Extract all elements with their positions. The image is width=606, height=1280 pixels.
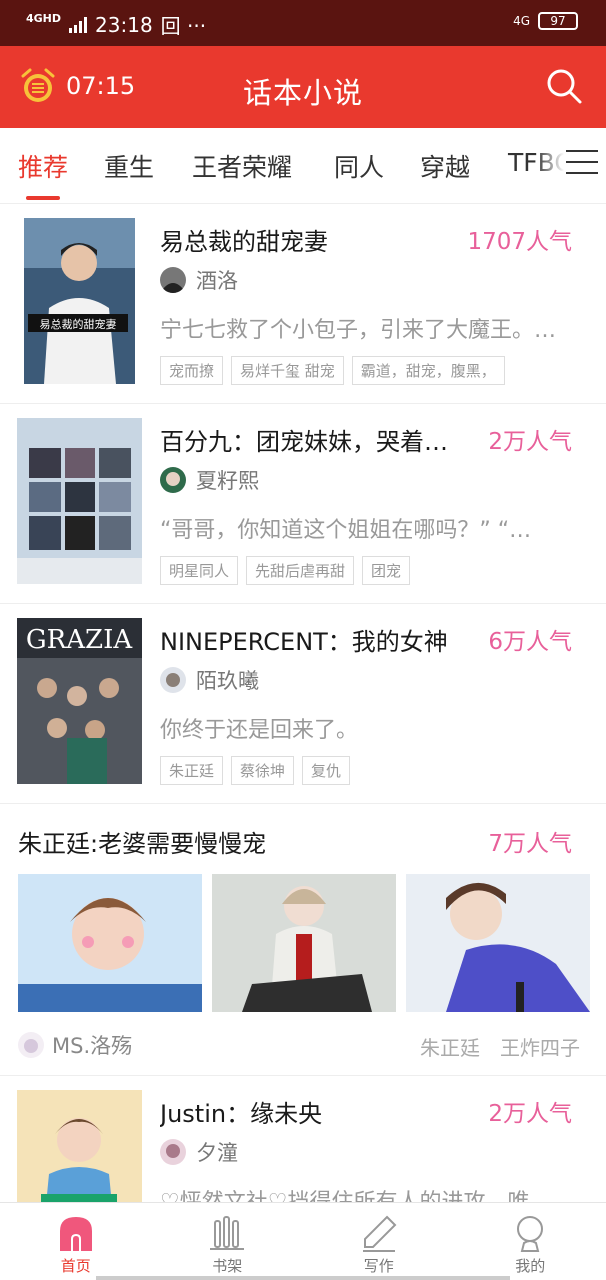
book-tag[interactable]: 明星同人 <box>160 556 239 585</box>
gallery-image[interactable] <box>18 874 202 1012</box>
book-cover[interactable]: 易总裁的甜宠妻 <box>24 218 135 384</box>
popularity-count: 2万人气 <box>488 1101 572 1127</box>
book-feed: 易总裁的甜宠妻 易总裁的甜宠妻 1707人气 酒洛 宁七七救了个小包子，引来了大… <box>0 204 606 1202</box>
author-avatar <box>160 467 186 493</box>
nav-write[interactable]: 写作 <box>303 1203 455 1280</box>
battery-level: 97 <box>550 14 566 28</box>
nav-label: 我的 <box>515 1257 546 1275</box>
popularity-count: 6万人气 <box>488 629 572 655</box>
tab-fanfic[interactable]: 同人 <box>334 148 384 184</box>
author-name: 陌玖曦 <box>196 669 259 693</box>
book-cover[interactable] <box>17 1090 142 1202</box>
nav-label: 首页 <box>60 1257 91 1275</box>
author-name: 酒洛 <box>196 269 238 293</box>
book-title[interactable]: 易总裁的甜宠妻 <box>160 222 470 257</box>
gallery-image[interactable] <box>212 874 396 1012</box>
nav-label: 写作 <box>363 1257 394 1275</box>
signal-icon <box>69 16 88 33</box>
book-tag[interactable]: 蔡徐坤 <box>231 756 295 785</box>
tag-list: 朱正廷 蔡徐坤 复仇 <box>160 756 351 785</box>
search-icon[interactable] <box>544 66 584 106</box>
menu-icon[interactable] <box>566 150 598 182</box>
nav-bookshelf[interactable]: 书架 <box>152 1203 304 1280</box>
author-row[interactable]: 酒洛 <box>160 266 238 294</box>
tag-list: 明星同人 先甜后虐再甜 团宠 <box>160 556 411 585</box>
home-icon <box>59 1217 92 1251</box>
book-card[interactable]: GRAZIA NINEPERCENT：我的女神 6万人气 陌玖曦 你终于还是回来… <box>0 604 606 804</box>
book-tag[interactable]: 霸道，甜宠，腹黑， <box>351 356 505 385</box>
pen-icon <box>362 1215 397 1252</box>
notification-icons: 回 ··· <box>160 14 207 38</box>
author-avatar <box>18 1032 44 1058</box>
book-tag[interactable]: 朱正廷 <box>420 1032 480 1061</box>
author-row[interactable]: 夏籽熙 <box>160 466 259 494</box>
active-tab-indicator <box>26 196 60 200</box>
author-avatar <box>160 1139 186 1165</box>
bottom-nav: 首页 书架 写作 我的 <box>0 1202 606 1280</box>
tab-honor-of-kings[interactable]: 王者荣耀 <box>192 148 292 184</box>
tab-time-travel[interactable]: 穿越 <box>420 148 470 184</box>
app-header: 07:15 话本小说 <box>0 46 606 128</box>
category-tabs: 推荐 重生 王者荣耀 同人 穿越 TFBOYS <box>0 128 606 204</box>
nav-label: 书架 <box>212 1257 243 1275</box>
gallery-images <box>18 874 590 1012</box>
author-name: 夕潼 <box>196 1141 238 1165</box>
book-description: 你终于还是回来了。 <box>160 718 359 743</box>
nav-profile[interactable]: 我的 <box>455 1203 606 1280</box>
app-title: 话本小说 <box>242 76 363 110</box>
book-card[interactable]: 百分九：团宠妹妹，哭着… 2万人气 夏籽熙 “哥哥，你知道这个姐姐在哪吗？” “… <box>0 404 606 604</box>
book-tag[interactable]: 团宠 <box>362 556 411 585</box>
book-description: “哥哥，你知道这个姐姐在哪吗？” “… <box>160 518 532 543</box>
book-tag[interactable]: 复仇 <box>302 756 351 785</box>
book-tag[interactable]: 王炸四子 <box>500 1032 580 1061</box>
home-indicator <box>96 1276 510 1280</box>
nav-home[interactable]: 首页 <box>0 1203 152 1280</box>
tag-list: 朱正廷 王炸四子 <box>420 1032 580 1061</box>
popularity-count: 1707人气 <box>467 229 572 255</box>
book-description: 宁七七救了个小包子，引来了大魔王。… <box>160 318 557 343</box>
book-description: ♡怦然文社♡挡得住所有人的进攻，唯… <box>160 1184 584 1202</box>
author-row[interactable]: MS.洛殇 <box>18 1030 132 1060</box>
status-bar: 4GHD 23:18 回 ··· 4G 97 <box>0 0 606 46</box>
gallery-book-card[interactable]: 朱正廷:老婆需要慢慢宠 7万人气 MS.洛殇 朱正廷 王炸四子 <box>0 804 606 1076</box>
book-tag[interactable]: 易烊千玺 甜宠 <box>231 356 344 385</box>
clock: 23:18 <box>95 12 153 37</box>
tag-list: 宠而撩 易烊千玺 甜宠 霸道，甜宠，腹黑， <box>160 356 505 385</box>
network-type: 4GHD <box>26 12 62 25</box>
gallery-image[interactable] <box>406 874 590 1012</box>
cover-caption: 易总裁的甜宠妻 <box>40 317 117 331</box>
author-name: 夏籽熙 <box>196 469 259 493</box>
book-cover[interactable]: GRAZIA <box>17 618 142 784</box>
author-avatar <box>160 267 186 293</box>
popularity-count: 2万人气 <box>488 429 572 455</box>
book-title[interactable]: Justin：缘未央 <box>160 1094 470 1129</box>
book-title[interactable]: 百分九：团宠妹妹，哭着… <box>160 422 470 457</box>
tab-rebirth[interactable]: 重生 <box>104 148 154 184</box>
book-tag[interactable]: 宠而撩 <box>160 356 224 385</box>
author-row[interactable]: 夕潼 <box>160 1138 238 1166</box>
book-title[interactable]: 朱正廷:老婆需要慢慢宠 <box>18 824 266 859</box>
book-tag[interactable]: 朱正廷 <box>160 756 224 785</box>
battery-icon: 97 <box>538 12 578 30</box>
book-card[interactable]: Justin：缘未央 2万人气 夕潼 ♡怦然文社♡挡得住所有人的进攻，唯… <box>0 1076 606 1202</box>
profile-icon <box>517 1216 544 1252</box>
cover-caption: GRAZIA <box>26 625 133 655</box>
book-title[interactable]: NINEPERCENT：我的女神 <box>160 622 470 657</box>
author-avatar <box>160 667 186 693</box>
book-cover[interactable] <box>17 418 142 584</box>
author-row[interactable]: 陌玖曦 <box>160 666 259 694</box>
bookshelf-icon <box>210 1216 245 1250</box>
book-tag[interactable]: 先甜后虐再甜 <box>246 556 355 585</box>
tab-recommend[interactable]: 推荐 <box>18 148 68 184</box>
book-card[interactable]: 易总裁的甜宠妻 易总裁的甜宠妻 1707人气 酒洛 宁七七救了个小包子，引来了大… <box>0 204 606 404</box>
author-name: MS.洛殇 <box>52 1034 133 1058</box>
popularity-count: 7万人气 <box>488 831 572 857</box>
network-4g: 4G <box>513 14 530 28</box>
